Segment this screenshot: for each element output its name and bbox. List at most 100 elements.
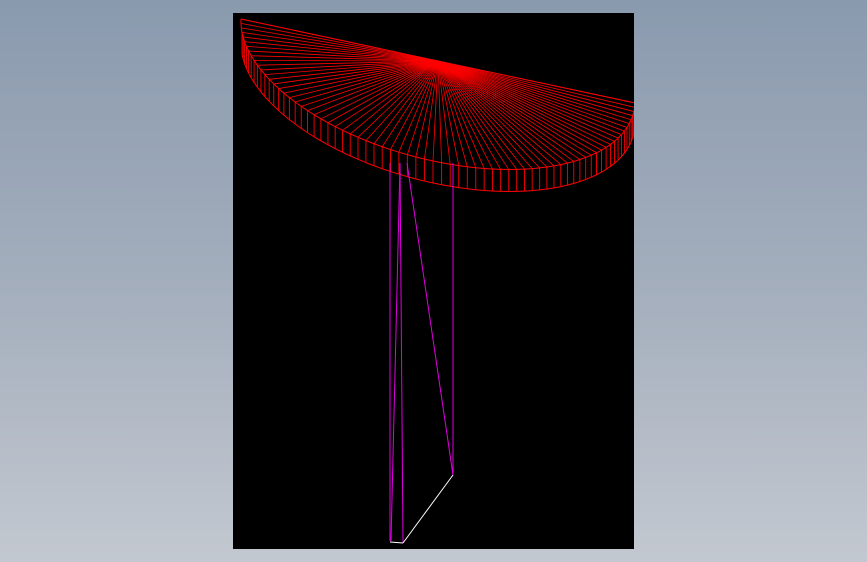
tabletop-top-arc-segment bbox=[390, 149, 400, 153]
tabletop-top-arc-segment bbox=[432, 160, 442, 164]
tabletop-radial-line bbox=[437, 60, 611, 145]
tabletop-bottom-arc-segment bbox=[415, 178, 425, 182]
tabletop-top-arc-segment bbox=[260, 69, 266, 75]
tabletop-bottom-arc-segment bbox=[268, 100, 275, 107]
tabletop-top-arc-segment bbox=[382, 146, 391, 151]
leg-inner-edge bbox=[390, 162, 401, 542]
tabletop-top-arc-segment bbox=[407, 154, 416, 158]
tabletop-top-arc-segment bbox=[398, 151, 408, 156]
tabletop-bottom-arc-segment bbox=[532, 189, 540, 192]
tabletop-top-arc-segment bbox=[327, 122, 336, 128]
tabletop-top-arc-segment bbox=[342, 129, 351, 135]
tabletop-top-arc-segment bbox=[415, 156, 425, 160]
tabletop-bottom-arc-segment bbox=[373, 165, 383, 170]
tabletop-top-arc-segment bbox=[334, 126, 343, 131]
tabletop-bottom-arc-segment bbox=[390, 171, 400, 175]
tabletop-bottom-arc-segment bbox=[342, 151, 351, 157]
tabletop-top-arc-segment bbox=[289, 97, 296, 103]
tabletop-top-arc-segment bbox=[307, 110, 315, 116]
tabletop-top-arc-segment bbox=[294, 101, 302, 107]
tabletop-bottom-arc-segment bbox=[313, 136, 322, 142]
tabletop-bottom-arc-segment bbox=[458, 187, 468, 190]
tabletop-bottom-arc-segment bbox=[546, 187, 555, 190]
tabletop-top-arc-segment bbox=[614, 137, 619, 142]
tabletop-bottom-arc-segment bbox=[553, 186, 561, 189]
tabletop-bottom-arc-segment bbox=[585, 176, 592, 180]
tabletop-top-arc-segment bbox=[617, 134, 622, 139]
tabletop-radial-line bbox=[246, 45, 439, 62]
tabletop-top-arc-segment bbox=[546, 165, 555, 168]
tabletop-bottom-arc-segment bbox=[614, 159, 619, 164]
tabletop-top-arc-segment bbox=[273, 83, 280, 89]
tabletop-radial-line bbox=[437, 60, 586, 158]
tabletop-bottom-arc-segment bbox=[484, 189, 493, 192]
tabletop-top-arc-segment bbox=[573, 159, 581, 162]
tabletop-top-arc-segment bbox=[560, 162, 568, 166]
tabletop-bottom-arc-segment bbox=[441, 184, 451, 187]
leg-diagonal-edge bbox=[406, 162, 454, 476]
tabletop-radial-line bbox=[398, 60, 439, 153]
tabletop-radial-line bbox=[406, 60, 439, 155]
tabletop-bottom-arc-segment bbox=[256, 86, 262, 93]
tabletop-radial-line bbox=[241, 32, 439, 62]
tabletop-top-arc-segment bbox=[532, 167, 540, 170]
tabletop-top-arc-segment bbox=[567, 160, 574, 164]
tabletop-bottom-arc-segment bbox=[450, 185, 459, 189]
tabletop-top-arc-segment bbox=[373, 143, 383, 148]
tabletop-bottom-arc-segment bbox=[300, 127, 308, 134]
leg-foot-edge bbox=[389, 541, 404, 544]
tabletop-radial-line bbox=[437, 60, 619, 139]
tabletop-bottom-arc-segment bbox=[610, 162, 615, 167]
tabletop-bottom-arc-segment bbox=[560, 184, 568, 188]
tabletop-radial-line bbox=[437, 60, 597, 154]
tabletop-bottom-arc-segment bbox=[432, 182, 442, 186]
tabletop-top-arc-segment bbox=[450, 163, 459, 167]
tabletop-top-arc-segment bbox=[539, 166, 547, 169]
leg-front-edge bbox=[399, 162, 404, 544]
tabletop-radial-line bbox=[283, 60, 439, 94]
tabletop-bottom-arc-segment bbox=[596, 171, 602, 176]
tabletop-top-arc-segment bbox=[610, 140, 615, 145]
tabletop-top-arc-segment bbox=[467, 166, 476, 169]
tabletop-radial-line bbox=[240, 23, 439, 62]
tabletop-top-arc-segment bbox=[264, 74, 270, 80]
tabletop-radial-line bbox=[342, 60, 439, 131]
tabletop-top-arc-segment bbox=[553, 164, 561, 167]
tabletop-top-arc-segment bbox=[585, 154, 592, 158]
tabletop-bottom-arc-segment bbox=[424, 180, 434, 184]
tabletop-top-arc-segment bbox=[350, 133, 359, 138]
tabletop-bottom-arc-segment bbox=[365, 162, 375, 167]
tabletop-bottom-arc-segment bbox=[591, 174, 597, 178]
leg-base-edge bbox=[402, 474, 454, 544]
tabletop-bottom-arc-segment bbox=[294, 123, 302, 129]
tabletop-top-arc-segment bbox=[320, 118, 329, 124]
tabletop-top-arc-segment bbox=[240, 27, 243, 33]
tabletop-top-arc-segment bbox=[283, 92, 290, 98]
tabletop-bottom-arc-segment bbox=[264, 96, 270, 102]
tabletop-top-arc-segment bbox=[424, 158, 434, 162]
tabletop-bottom-arc-segment bbox=[253, 82, 258, 88]
tabletop-bottom-arc-segment bbox=[539, 188, 547, 191]
tabletop-bottom-arc-segment bbox=[278, 110, 285, 116]
model-viewport[interactable] bbox=[233, 13, 634, 549]
tabletop-bottom-arc-segment bbox=[475, 189, 485, 191]
tabletop-radial-line bbox=[437, 60, 602, 151]
tabletop-bottom-arc-segment bbox=[289, 119, 296, 125]
tabletop-top-arc-segment bbox=[475, 167, 485, 169]
table-leg bbox=[389, 162, 454, 544]
tabletop-radial-line bbox=[381, 60, 439, 147]
tabletop-top-arc-segment bbox=[253, 60, 258, 66]
tabletop-top-arc-segment bbox=[278, 88, 285, 94]
tabletop-bottom-arc-segment bbox=[260, 91, 266, 97]
tabletop-bottom-arc-segment bbox=[567, 182, 574, 186]
tabletop-radial-line bbox=[269, 60, 439, 80]
wireframe-scene bbox=[240, 18, 634, 544]
tabletop-radial-line bbox=[437, 60, 633, 117]
tabletop-bottom-arc-segment bbox=[327, 144, 336, 150]
tabletop-bottom-arc-segment bbox=[617, 156, 622, 161]
tabletop-bottom-arc-segment bbox=[273, 105, 280, 111]
tabletop-bottom-arc-segment bbox=[350, 155, 359, 160]
tabletop-top-arc-segment bbox=[605, 144, 611, 148]
tabletop-top-arc-segment bbox=[458, 165, 468, 168]
tabletop-top-arc-segment bbox=[579, 156, 586, 160]
